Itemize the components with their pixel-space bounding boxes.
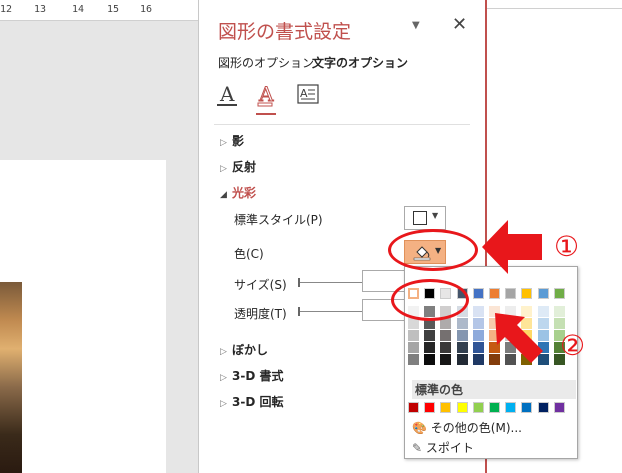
annotation-ring-first-swatch <box>391 279 469 321</box>
eyedropper-item[interactable]: ✎ スポイト <box>412 439 474 456</box>
annotation-number-1: ① <box>554 230 580 263</box>
theme-shade-swatch[interactable] <box>424 330 436 341</box>
theme-shade-swatch[interactable] <box>456 354 468 365</box>
standard-color-swatch[interactable] <box>456 402 468 413</box>
theme-swatch[interactable] <box>521 288 533 299</box>
standard-colors-label: 標準の色 <box>412 380 576 399</box>
annotation-ring-color-button <box>388 229 478 271</box>
transparency-label: 透明度(T) <box>234 307 287 321</box>
ruler-mark: 16 <box>140 4 153 15</box>
section-label: 光彩 <box>232 186 257 200</box>
ruler-mark: 13 <box>34 4 47 15</box>
section-3d-rotation[interactable]: ▷ 3-D 回転 <box>220 393 283 410</box>
svg-text:A: A <box>219 82 235 106</box>
theme-shade-swatch[interactable] <box>456 330 468 341</box>
theme-shade-swatch[interactable] <box>440 354 452 365</box>
standard-colors-row <box>408 402 574 416</box>
theme-shade-swatch[interactable] <box>440 342 452 353</box>
pane-title: 図形の書式設定 <box>218 21 352 43</box>
theme-swatch[interactable] <box>472 288 484 299</box>
standard-color-swatch[interactable] <box>489 402 500 413</box>
section-label: 反射 <box>232 160 257 174</box>
standard-color-swatch[interactable] <box>408 402 419 413</box>
standard-color-swatch[interactable] <box>505 402 517 413</box>
size-slider[interactable] <box>300 282 364 283</box>
theme-shade-swatch[interactable] <box>472 306 484 317</box>
section-shadow[interactable]: ▷ 影 <box>220 132 244 149</box>
pane-options-button[interactable]: ▼ <box>412 20 420 31</box>
theme-shade-swatch[interactable] <box>456 318 468 329</box>
standard-color-swatch[interactable] <box>424 402 436 413</box>
ruler-mark: 12 <box>0 4 13 15</box>
standard-color-swatch[interactable] <box>472 402 484 413</box>
theme-shade-swatch[interactable] <box>553 318 565 329</box>
more-colors-item[interactable]: 🎨 その他の色(M)... <box>412 419 522 436</box>
svg-text:A: A <box>258 82 274 106</box>
theme-shade-swatch[interactable] <box>472 342 484 353</box>
theme-shade-swatch[interactable] <box>408 330 419 341</box>
expand-icon: ▷ <box>220 138 227 148</box>
tab-text-options[interactable]: 文字のオプション <box>312 54 408 71</box>
annotation-arrow-upleft-icon <box>495 313 543 363</box>
standard-color-swatch[interactable] <box>553 402 565 413</box>
collapse-icon: ◢ <box>220 190 227 200</box>
textbox-layout-icon[interactable]: A <box>296 82 322 108</box>
eyedropper-label: スポイト <box>425 441 474 455</box>
expand-icon: ▷ <box>220 347 227 357</box>
palette-icon: 🎨 <box>412 421 427 435</box>
pane-close-button[interactable]: ✕ <box>452 14 467 35</box>
theme-shade-swatch[interactable] <box>408 354 419 365</box>
active-tab-indicator <box>256 113 276 115</box>
theme-shade-swatch[interactable] <box>472 318 484 329</box>
ruler-mark: 15 <box>107 4 120 15</box>
text-fill-outline-icon[interactable]: A <box>215 82 241 108</box>
expand-icon: ▷ <box>220 373 227 383</box>
ruler-right <box>484 0 622 9</box>
expand-icon: ▷ <box>220 164 227 174</box>
expand-icon: ▷ <box>220 399 227 409</box>
theme-shade-swatch[interactable] <box>472 354 484 365</box>
horizontal-ruler: 12 13 14 15 16 <box>0 0 198 21</box>
theme-swatch[interactable] <box>505 288 517 299</box>
section-soft-edges[interactable]: ▷ ぼかし <box>220 341 268 358</box>
section-label: 3-D 書式 <box>232 369 284 383</box>
standard-color-swatch[interactable] <box>521 402 533 413</box>
theme-shade-swatch[interactable] <box>472 330 484 341</box>
preset-preview-icon <box>413 211 427 225</box>
slide-canvas[interactable] <box>0 160 166 473</box>
color-label: 色(C) <box>234 247 264 261</box>
theme-shade-swatch[interactable] <box>456 342 468 353</box>
section-glow[interactable]: ◢ 光彩 <box>220 184 256 201</box>
section-label: 影 <box>232 134 245 148</box>
tab-shape-options[interactable]: 図形のオプション <box>218 54 314 71</box>
theme-shade-swatch[interactable] <box>440 330 452 341</box>
theme-swatch[interactable] <box>537 288 549 299</box>
section-label: ぼかし <box>232 343 269 357</box>
slide-photo[interactable] <box>0 282 22 473</box>
theme-shade-swatch[interactable] <box>408 342 419 353</box>
annotation-arrow-left-icon <box>482 220 542 274</box>
eyedropper-icon: ✎ <box>412 441 423 455</box>
size-label: サイズ(S) <box>234 278 287 292</box>
standard-color-swatch[interactable] <box>440 402 452 413</box>
theme-swatch[interactable] <box>489 288 500 299</box>
preset-label: 標準スタイル(P) <box>234 213 323 227</box>
annotation-number-2: ② <box>560 329 586 362</box>
tab-divider <box>214 124 470 125</box>
section-label: 3-D 回転 <box>232 395 284 409</box>
text-effects-icon[interactable]: A <box>254 82 280 108</box>
section-reflection[interactable]: ▷ 反射 <box>220 158 256 175</box>
section-3d-format[interactable]: ▷ 3-D 書式 <box>220 367 283 384</box>
more-colors-label: その他の色(M)... <box>430 421 522 435</box>
theme-shade-swatch[interactable] <box>553 306 565 317</box>
transparency-slider[interactable] <box>300 311 364 312</box>
standard-color-swatch[interactable] <box>537 402 549 413</box>
ruler-mark: 14 <box>72 4 85 15</box>
svg-text:A: A <box>300 87 308 100</box>
theme-shade-swatch[interactable] <box>424 354 436 365</box>
theme-shade-swatch[interactable] <box>424 342 436 353</box>
theme-swatch[interactable] <box>553 288 565 299</box>
chevron-down-icon: ▼ <box>432 211 439 220</box>
preset-dropdown[interactable]: ▼ <box>404 206 446 230</box>
